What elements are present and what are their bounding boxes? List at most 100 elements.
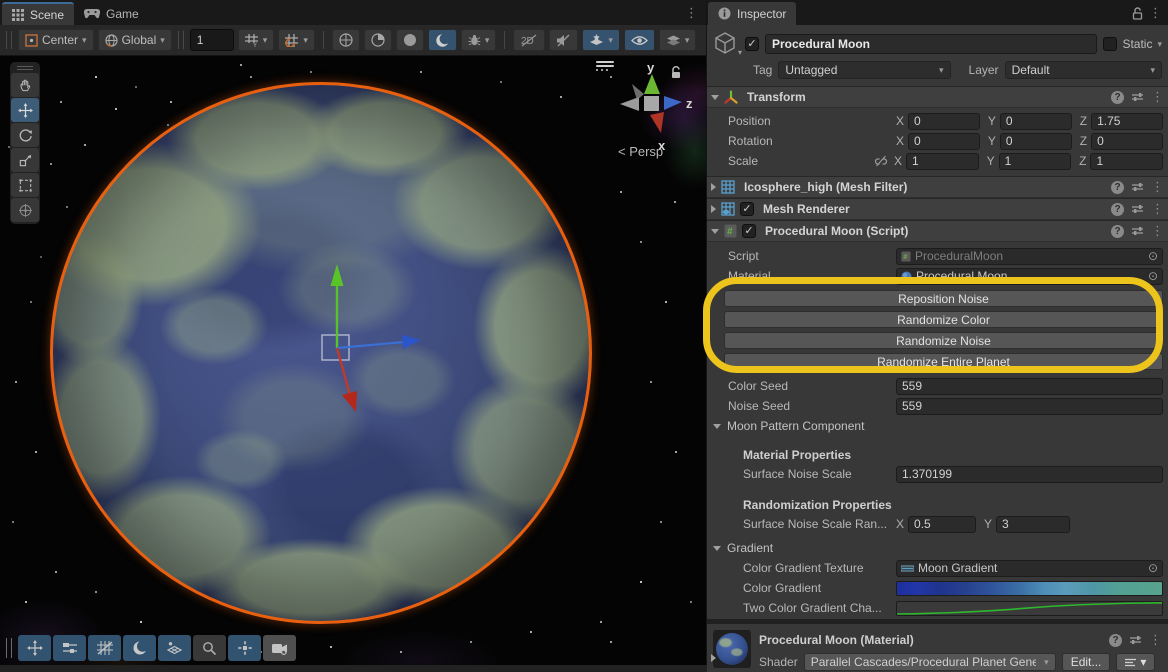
component-menu-icon[interactable]: ⋮ bbox=[1151, 201, 1164, 217]
search-button[interactable] bbox=[193, 635, 226, 661]
frame-selected-button[interactable] bbox=[228, 635, 261, 661]
scale-y-field[interactable]: 1 bbox=[999, 153, 1072, 170]
reposition-noise-button[interactable]: Reposition Noise bbox=[724, 290, 1163, 307]
gradient-foldout[interactable]: Gradient bbox=[707, 539, 1168, 557]
script-enabled-checkbox[interactable]: ✓ bbox=[742, 224, 756, 238]
gradient-texture-object-field[interactable]: Moon Gradient ⊙ bbox=[896, 560, 1163, 577]
layers-dropdown[interactable]: ▾ bbox=[659, 29, 697, 51]
procedural-moon-script-header[interactable]: # ✓ Procedural Moon (Script) ?⋮ bbox=[707, 220, 1168, 242]
material-thumbnail[interactable] bbox=[713, 630, 751, 668]
object-picker-icon[interactable]: ⊙ bbox=[1148, 269, 1158, 283]
randomize-entire-planet-button[interactable]: Randomize Entire Planet bbox=[724, 353, 1163, 370]
noise-seed-field[interactable]: 559 bbox=[896, 398, 1163, 415]
rotation-x-field[interactable]: 0 bbox=[908, 133, 980, 150]
object-picker-icon[interactable]: ⊙ bbox=[1148, 561, 1158, 575]
bottom-bar-drag-handle[interactable] bbox=[6, 638, 12, 658]
grid-visibility-button[interactable] bbox=[88, 635, 121, 661]
presets-icon[interactable] bbox=[1131, 181, 1144, 193]
rotation-z-field[interactable]: 0 bbox=[1091, 133, 1163, 150]
color-seed-field[interactable]: 559 bbox=[896, 378, 1163, 395]
mesh-renderer-enabled-checkbox[interactable]: ✓ bbox=[740, 202, 754, 216]
shader-edit-button[interactable]: Edit... bbox=[1062, 653, 1111, 671]
gizmo-lock-icon[interactable] bbox=[670, 66, 682, 79]
layer-dropdown[interactable]: Default▾ bbox=[1005, 61, 1162, 79]
gameobject-cube-icon[interactable]: ▾ bbox=[713, 31, 739, 57]
pivot-mode-dropdown[interactable]: Center▾ bbox=[18, 29, 94, 51]
component-menu-icon[interactable]: ⋮ bbox=[1151, 179, 1164, 195]
help-icon[interactable]: ? bbox=[1111, 91, 1124, 104]
2d-toggle-button[interactable]: 2D bbox=[513, 29, 545, 51]
scene-viewport[interactable]: y z x < Persp bbox=[0, 56, 706, 665]
perspective-toggle[interactable]: < Persp bbox=[618, 144, 663, 159]
presets-icon[interactable] bbox=[1129, 634, 1142, 646]
tab-game[interactable]: Game bbox=[74, 2, 149, 25]
rotation-y-field[interactable]: 0 bbox=[1000, 133, 1072, 150]
scale-z-field[interactable]: 1 bbox=[1090, 153, 1163, 170]
script-object-field[interactable]: # ProceduralMoon ⊙ bbox=[896, 248, 1163, 265]
position-y-field[interactable]: 0 bbox=[1000, 113, 1072, 130]
scale-x-field[interactable]: 1 bbox=[906, 153, 979, 170]
shaded-sphere-button[interactable] bbox=[364, 29, 392, 51]
palette-drag-handle[interactable] bbox=[17, 66, 33, 70]
component-menu-icon[interactable]: ⋮ bbox=[1151, 89, 1164, 105]
foldout-icon[interactable] bbox=[711, 229, 719, 234]
presets-icon[interactable] bbox=[1131, 91, 1144, 103]
scene-orientation-gizmo[interactable]: y z x bbox=[612, 58, 706, 158]
position-x-field[interactable]: 0 bbox=[908, 113, 980, 130]
link-broken-icon[interactable] bbox=[874, 155, 888, 167]
view-options-button[interactable] bbox=[53, 635, 86, 661]
rotate-tool-button[interactable] bbox=[11, 123, 39, 147]
foldout-icon[interactable] bbox=[711, 95, 719, 100]
scene-panel-menu-button[interactable]: ⋮ bbox=[677, 5, 706, 25]
material-object-field[interactable]: Procedural Moon ⊙ bbox=[896, 268, 1163, 285]
effects-dropdown[interactable]: ▾ bbox=[461, 29, 497, 51]
inspector-menu-button[interactable]: ⋮ bbox=[1149, 5, 1162, 21]
mesh-filter-header[interactable]: Icosphere_high (Mesh Filter) ?⋮ bbox=[707, 176, 1168, 198]
randomize-noise-button[interactable]: Randomize Noise bbox=[724, 332, 1163, 349]
overlay-menu-handle[interactable] bbox=[596, 59, 614, 71]
unlock-icon[interactable] bbox=[1132, 7, 1143, 20]
move-overlay-button[interactable] bbox=[18, 635, 51, 661]
visibility-toggle-button[interactable] bbox=[624, 29, 655, 51]
surface-noise-scale-field[interactable]: 1.370199 bbox=[896, 466, 1163, 483]
moon-pattern-foldout[interactable]: Moon Pattern Component bbox=[707, 417, 1168, 435]
object-picker-icon[interactable]: ⊙ bbox=[1148, 249, 1158, 263]
material-foldout-icon[interactable] bbox=[711, 654, 716, 662]
increment-snap-dropdown[interactable]: ▾ bbox=[278, 29, 315, 51]
transform-tool-button[interactable] bbox=[11, 198, 39, 222]
foldout-icon[interactable] bbox=[711, 183, 716, 191]
help-icon[interactable]: ? bbox=[1111, 225, 1124, 238]
gameobject-enabled-checkbox[interactable]: ✓ bbox=[745, 37, 759, 51]
camera-button[interactable] bbox=[263, 635, 296, 661]
hand-tool-button[interactable] bbox=[11, 73, 39, 97]
tab-scene[interactable]: Scene bbox=[2, 2, 74, 25]
position-z-field[interactable]: 1.75 bbox=[1091, 113, 1163, 130]
help-icon[interactable]: ? bbox=[1111, 203, 1124, 216]
color-gradient-swatch[interactable] bbox=[896, 581, 1163, 596]
tag-dropdown[interactable]: Untagged▾ bbox=[778, 61, 950, 79]
curve-field[interactable] bbox=[896, 601, 1163, 616]
help-icon[interactable]: ? bbox=[1111, 181, 1124, 194]
tab-inspector[interactable]: Inspector bbox=[708, 2, 796, 25]
help-icon[interactable]: ? bbox=[1109, 634, 1122, 647]
grid-size-field[interactable]: 1 bbox=[190, 29, 234, 51]
component-menu-icon[interactable]: ⋮ bbox=[1151, 223, 1164, 239]
lighting-dropdown[interactable]: ▾ bbox=[582, 29, 620, 51]
range-y-field[interactable]: 3 bbox=[996, 516, 1070, 533]
randomize-color-button[interactable]: Randomize Color bbox=[724, 311, 1163, 328]
toolbar-drag-handle[interactable] bbox=[178, 31, 184, 49]
material-menu-icon[interactable]: ⋮ bbox=[1149, 632, 1162, 648]
toolbar-drag-handle[interactable] bbox=[6, 31, 12, 49]
shader-dropdown[interactable]: Parallel Cascades/Procedural Planet Gene… bbox=[804, 653, 1056, 671]
crescent-view-button[interactable] bbox=[428, 29, 457, 51]
scene-lighting-button[interactable] bbox=[123, 635, 156, 661]
gameobject-name-field[interactable]: Procedural Moon bbox=[765, 34, 1097, 54]
transform-header[interactable]: Transform ? ⋮ bbox=[707, 86, 1168, 108]
orientation-dropdown[interactable]: Global▾ bbox=[98, 29, 172, 51]
presets-icon[interactable] bbox=[1131, 203, 1144, 215]
mesh-renderer-header[interactable]: ✓ Mesh Renderer ?⋮ bbox=[707, 198, 1168, 220]
rect-tool-button[interactable] bbox=[11, 173, 39, 197]
audio-toggle-button[interactable] bbox=[549, 29, 578, 51]
move-tool-button[interactable] bbox=[11, 98, 39, 122]
solid-sphere-button[interactable] bbox=[396, 29, 424, 51]
